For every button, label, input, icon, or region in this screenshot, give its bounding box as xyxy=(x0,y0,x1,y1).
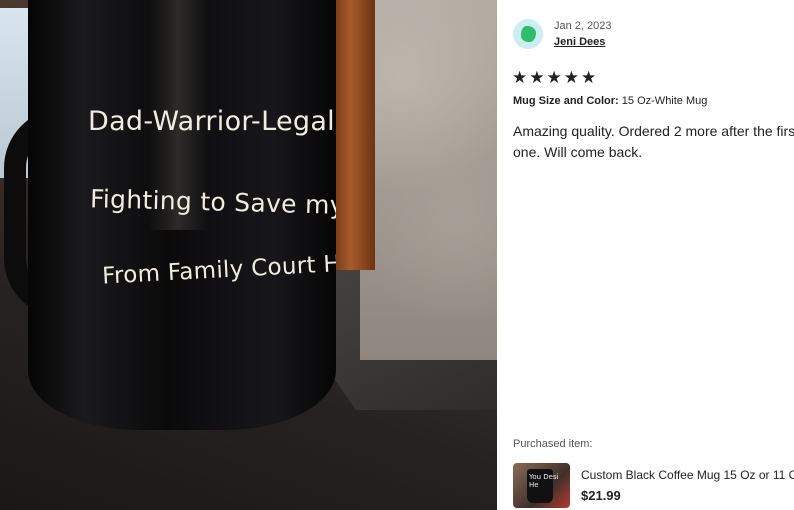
thumbnail-text: You Desi He xyxy=(529,473,559,489)
star-icon: ★ xyxy=(546,68,562,88)
review-date: Jan 2, 2023 xyxy=(554,20,612,32)
mug: Dad-Warrior-Legal Ninja Fighting to Save… xyxy=(28,0,336,430)
variant-info: Mug Size and Color: 15 Oz-White Mug xyxy=(513,95,707,107)
purchased-item-thumbnail[interactable]: You Desi He xyxy=(513,463,570,508)
purchased-item-title-link[interactable]: Custom Black Coffee Mug 15 Oz or 11 O xyxy=(581,468,794,482)
star-icon: ★ xyxy=(563,68,579,88)
mug-text-line-1: Dad-Warrior-Legal Ninja xyxy=(88,106,336,137)
mug-text-line-2: Fighting to Save my Kids xyxy=(89,184,336,221)
reviewer-name-link[interactable]: Jeni Dees xyxy=(554,36,605,48)
variant-value: 15 Oz-White Mug xyxy=(621,95,708,107)
review-photo[interactable]: Dad-Warrior-Legal Ninja Fighting to Save… xyxy=(0,0,497,510)
star-rating: ★ ★ ★ ★ ★ xyxy=(512,68,596,88)
review-text: Amazing quality. Ordered 2 more after th… xyxy=(513,123,794,160)
wood-trim xyxy=(335,0,375,270)
wall-background xyxy=(360,0,497,360)
leaf-avatar-icon xyxy=(521,26,536,42)
purchased-item-price: $21.99 xyxy=(581,488,621,503)
review-panel: Jan 2, 2023 Jeni Dees ★ ★ ★ ★ ★ Mug Size… xyxy=(497,0,794,510)
star-icon: ★ xyxy=(512,68,528,88)
avatar[interactable] xyxy=(513,19,543,49)
variant-label: Mug Size and Color: xyxy=(513,95,619,107)
star-icon: ★ xyxy=(529,68,545,88)
purchased-item-label: Purchased item: xyxy=(513,438,593,450)
mug-text-line-3: From Family Court Hell xyxy=(101,249,336,290)
star-icon: ★ xyxy=(581,68,597,88)
